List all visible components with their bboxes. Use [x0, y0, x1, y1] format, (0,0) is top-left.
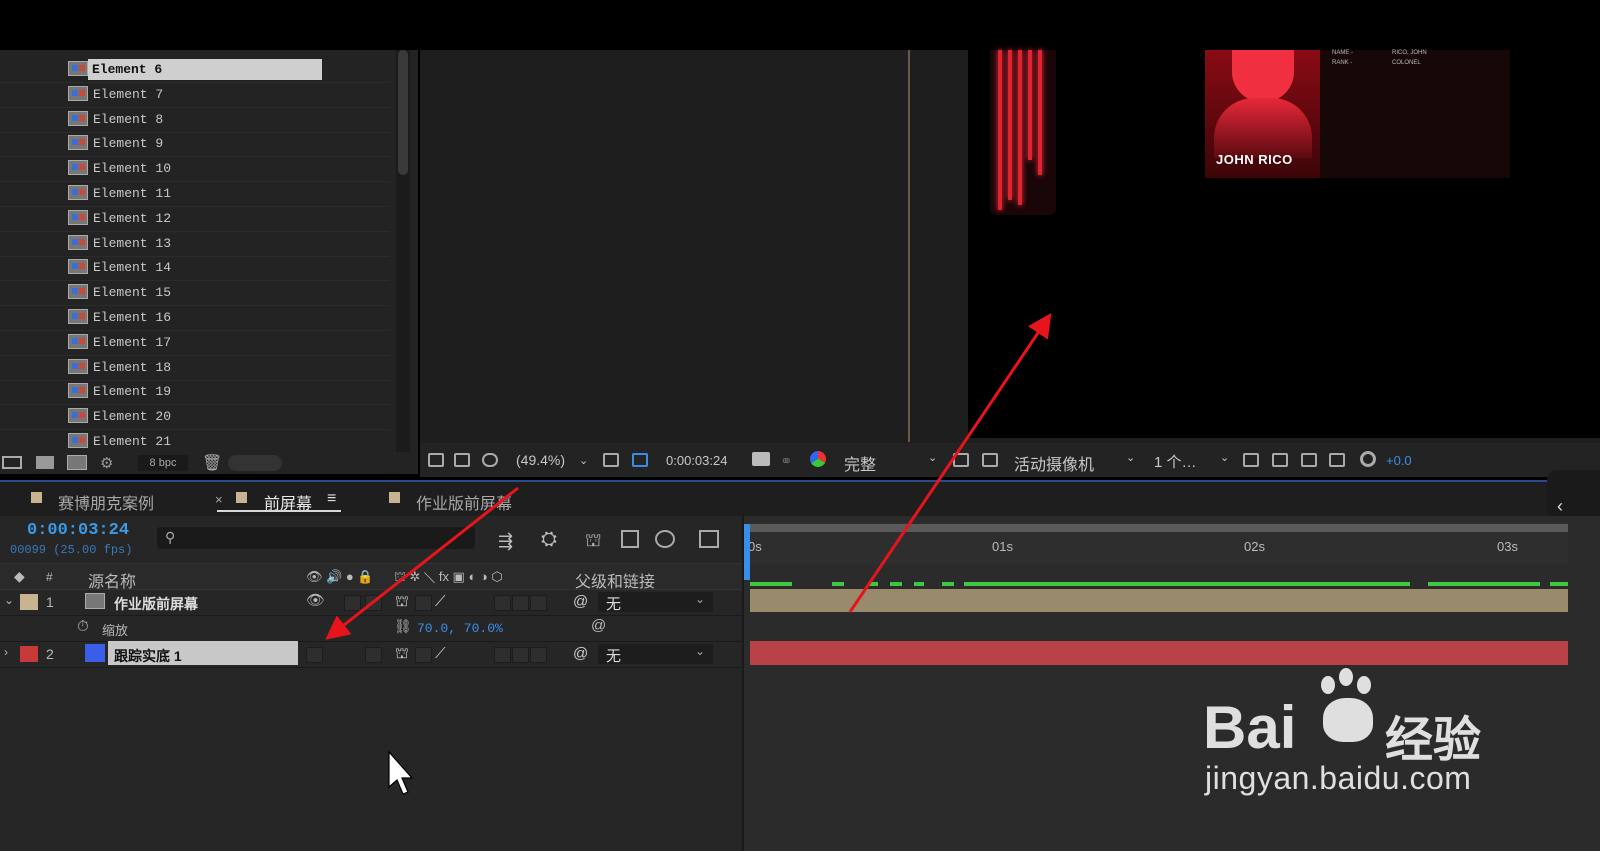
paw-logo-icon	[1317, 668, 1381, 746]
annotation-arrow-right	[848, 313, 1052, 613]
mouse-cursor-icon	[388, 750, 414, 795]
watermark-url: jingyan.baidu.com	[1205, 760, 1472, 796]
annotation-arrow-left	[325, 486, 519, 640]
watermark-brand: Bai	[1203, 694, 1297, 761]
